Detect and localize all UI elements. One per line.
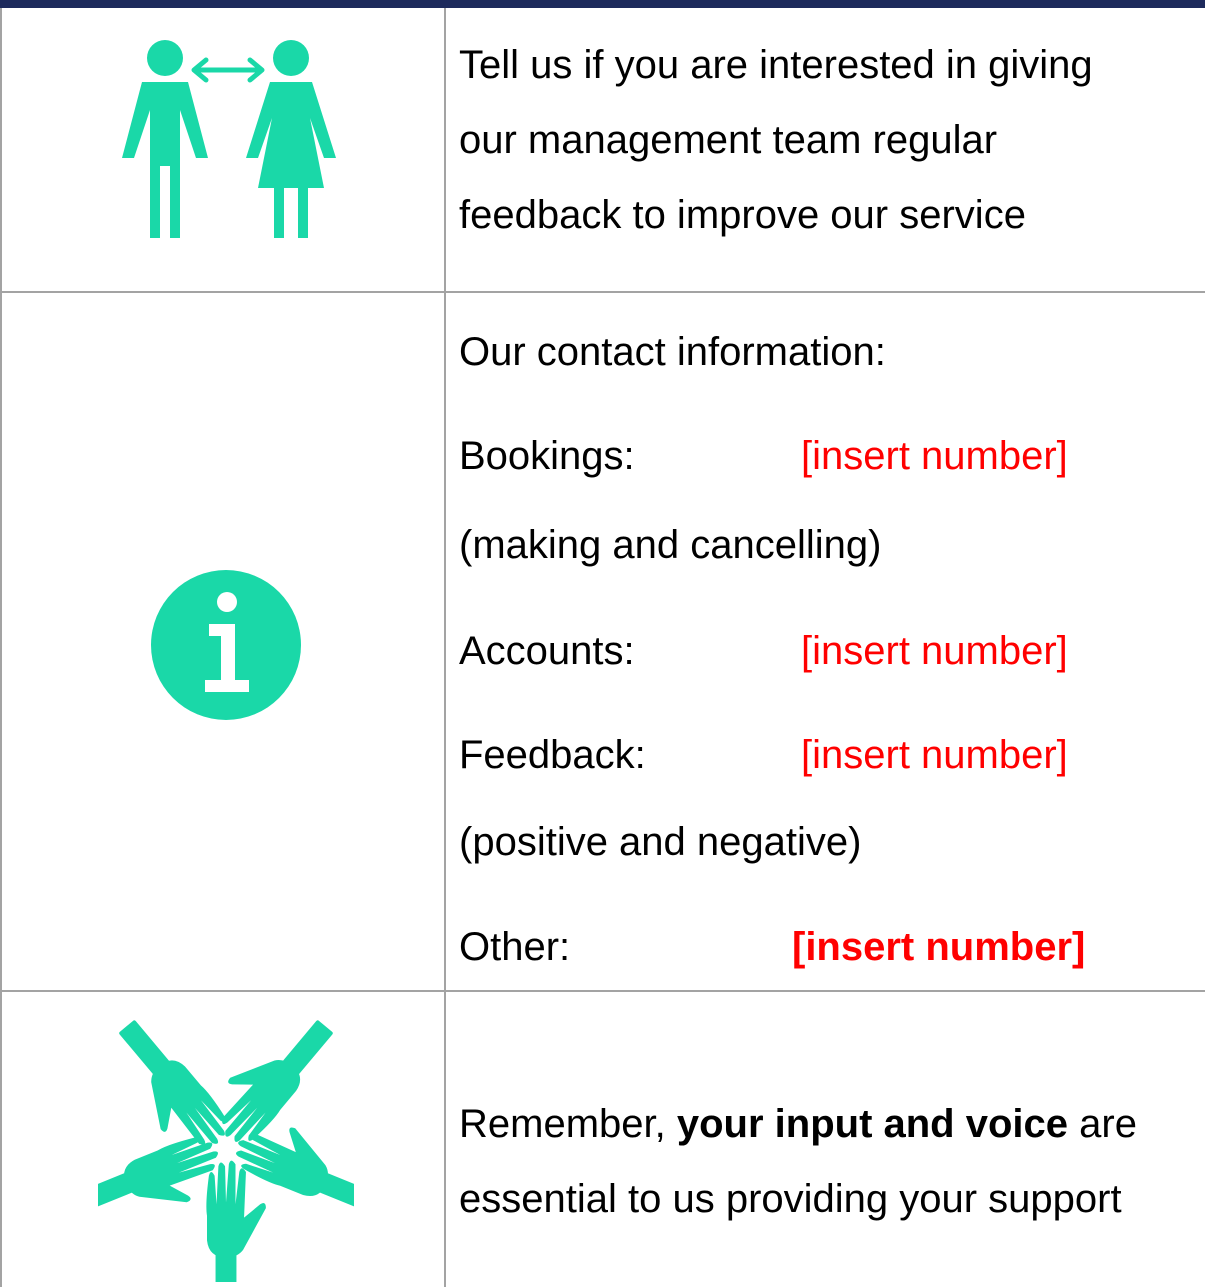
reminder-emphasis: your input and voice xyxy=(676,1102,1069,1146)
reminder-text: Remember, your input and voice are essen… xyxy=(459,992,1205,1287)
contact-number-placeholder: [insert number] xyxy=(801,629,1068,673)
contact-label: Bookings: xyxy=(459,434,635,478)
feedback-text: Tell us if you are interested in giving … xyxy=(459,8,1205,291)
two-people-exchange-icon xyxy=(122,40,336,238)
text-line: Tell us if you are interested in giving xyxy=(459,43,1093,87)
hands-circle-icon xyxy=(98,1014,354,1282)
contact-row-feedback: Feedback: [insert number] xyxy=(459,732,1159,778)
info-table: Tell us if you are interested in giving … xyxy=(0,8,1205,1287)
contact-row-other: Other: [insert number] xyxy=(459,924,1159,970)
reminder-line-2: essential to us providing your support xyxy=(459,1177,1122,1221)
contact-text: Our contact information: Bookings: [inse… xyxy=(459,293,1205,990)
reminder-line-1: Remember, your input and voice are xyxy=(459,1101,1137,1147)
contact-row-bookings: Bookings: [insert number] xyxy=(459,433,1159,479)
top-bar xyxy=(0,0,1205,8)
text-line: feedback to improve our service xyxy=(459,193,1026,237)
icon-cell xyxy=(2,8,444,291)
contact-row-accounts: Accounts: [insert number] xyxy=(459,628,1159,674)
contact-heading: Our contact information: xyxy=(459,330,886,374)
icon-cell xyxy=(2,293,444,990)
table-row-feedback: Tell us if you are interested in giving … xyxy=(0,8,1205,291)
info-icon xyxy=(151,570,301,720)
reminder-prefix: Remember, xyxy=(459,1102,677,1146)
contact-label: Feedback: xyxy=(459,733,646,777)
contact-note: (making and cancelling) xyxy=(459,523,882,567)
icon-cell xyxy=(2,992,444,1287)
contact-number-placeholder: [insert number] xyxy=(801,733,1068,777)
table-row-reminder: Remember, your input and voice are essen… xyxy=(0,992,1205,1287)
contact-label: Accounts: xyxy=(459,629,635,673)
text-line: our management team regular xyxy=(459,118,998,162)
contact-note: (positive and negative) xyxy=(459,820,862,864)
contact-number-placeholder: [insert number] xyxy=(801,434,1068,478)
reminder-suffix: are xyxy=(1068,1102,1137,1146)
contact-number-placeholder: [insert number] xyxy=(792,925,1086,969)
table-row-contacts: Our contact information: Bookings: [inse… xyxy=(0,293,1205,990)
contact-label: Other: xyxy=(459,925,571,969)
